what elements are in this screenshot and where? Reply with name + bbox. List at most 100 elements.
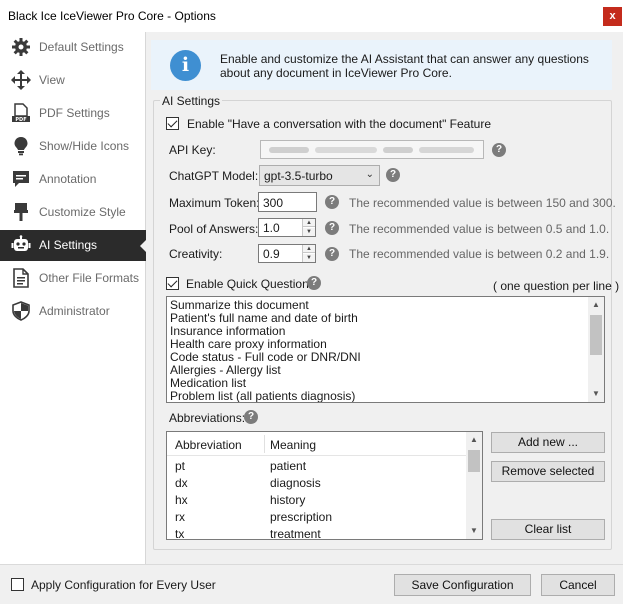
info-text: Enable and customize the AI Assistant th… [220, 52, 600, 80]
sidebar-item-label: AI Settings [39, 238, 98, 252]
meaning-cell: patient [270, 459, 307, 473]
table-header: Abbreviation Meaning [167, 432, 467, 456]
abbreviations-scrollbar[interactable]: ▲ ▼ [466, 432, 482, 539]
apply-all-users-label: Apply Configuration for Every User [31, 578, 216, 592]
window-title: Black Ice IceViewer Pro Core - Options [8, 9, 216, 23]
svg-text:PDF: PDF [15, 117, 26, 123]
creativity-value: 0.9 [263, 247, 280, 261]
abbr-cell: pt [175, 459, 186, 473]
list-item: Problem list (all patients diagnosis) [170, 389, 356, 403]
scrollbar-thumb[interactable] [590, 315, 602, 355]
scrollbar-thumb[interactable] [468, 450, 480, 472]
api-key-label: API Key: [169, 143, 216, 157]
title-bar: Black Ice IceViewer Pro Core - Options x [0, 0, 623, 32]
table-row[interactable]: tx treatment [167, 526, 467, 540]
close-icon: x [609, 10, 616, 22]
scroll-up-icon[interactable]: ▲ [588, 297, 604, 313]
stepper-up-icon[interactable]: ▲ [303, 245, 315, 253]
abbreviations-table[interactable]: Abbreviation Meaning pt patient dx diagn… [166, 431, 483, 540]
pool-of-answers-value: 1.0 [263, 221, 280, 235]
pdf-file-icon: PDF [12, 103, 30, 123]
creativity-stepper[interactable]: 0.9 ▲ ▼ [258, 244, 316, 263]
column-header[interactable]: Abbreviation [175, 438, 242, 452]
sidebar-item-label: View [39, 73, 65, 87]
sidebar-item-customize-style[interactable]: Customize Style [0, 197, 146, 228]
group-title: AI Settings [160, 94, 223, 108]
help-icon[interactable]: ? [325, 247, 339, 261]
scroll-down-icon[interactable]: ▼ [466, 523, 482, 539]
sidebar-item-administrator[interactable]: Administrator [0, 296, 146, 327]
enable-quick-questions-label: Enable Quick Questions [186, 277, 315, 291]
abbr-cell: tx [175, 527, 185, 540]
sidebar-item-label: Annotation [39, 172, 97, 186]
api-key-field[interactable] [260, 140, 484, 159]
meaning-cell: diagnosis [270, 476, 321, 490]
info-icon: i [170, 50, 201, 81]
add-new-button[interactable]: Add new ... [491, 432, 605, 453]
chevron-down-icon: ⌄ [365, 169, 374, 180]
close-button[interactable]: x [603, 7, 622, 26]
pool-of-answers-stepper[interactable]: 1.0 ▲ ▼ [258, 218, 316, 237]
save-configuration-button[interactable]: Save Configuration [394, 574, 531, 596]
sidebar-item-label: Administrator [39, 304, 110, 318]
sidebar-item-ai-settings[interactable]: AI Settings [0, 230, 147, 261]
chatgpt-model-label: ChatGPT Model: [169, 169, 259, 183]
sidebar-item-pdf-settings[interactable]: PDF PDF Settings [0, 98, 146, 129]
sidebar-item-label: PDF Settings [39, 106, 110, 120]
creativity-label: Creativity: [169, 247, 223, 261]
sidebar-item-label: Show/Hide Icons [39, 139, 130, 153]
apply-all-users-checkbox[interactable] [11, 578, 24, 591]
robot-icon [11, 235, 31, 251]
cancel-button[interactable]: Cancel [541, 574, 615, 596]
table-row[interactable]: dx diagnosis [167, 475, 467, 492]
scroll-down-icon[interactable]: ▼ [588, 386, 604, 402]
column-header[interactable]: Meaning [270, 438, 316, 452]
help-icon[interactable]: ? [325, 221, 339, 235]
quick-questions-note: ( one question per line ) [493, 279, 620, 293]
gear-icon [12, 38, 30, 56]
pool-of-answers-label: Pool of Answers: [169, 222, 259, 236]
sidebar-item-label: Default Settings [39, 40, 124, 54]
help-icon[interactable]: ? [492, 143, 506, 157]
stepper-up-icon[interactable]: ▲ [303, 219, 315, 227]
table-row[interactable]: pt patient [167, 458, 467, 475]
creativity-hint: The recommended value is between 0.2 and… [349, 247, 610, 261]
stepper-buttons: ▲ ▼ [302, 219, 315, 236]
help-icon[interactable]: ? [244, 410, 258, 424]
questions-scrollbar[interactable]: ▲ ▼ [588, 297, 604, 402]
abbr-cell: rx [175, 510, 185, 524]
max-token-input[interactable]: 300 [258, 192, 317, 212]
chatgpt-model-dropdown[interactable]: gpt-3.5-turbo ⌄ [259, 165, 380, 186]
table-row[interactable]: hx history [167, 492, 467, 509]
max-token-hint: The recommended value is between 150 and… [349, 196, 616, 210]
help-icon[interactable]: ? [325, 195, 339, 209]
footer-separator [0, 564, 623, 565]
enable-conversation-label: Enable "Have a conversation with the doc… [187, 117, 492, 131]
sidebar-item-default-settings[interactable]: Default Settings [0, 32, 146, 63]
stepper-down-icon[interactable]: ▼ [303, 254, 315, 262]
max-token-label: Maximum Token: [169, 196, 260, 210]
sidebar-item-other-file-formats[interactable]: Other File Formats [0, 263, 146, 294]
quick-questions-textarea[interactable]: Summarize this document Patient's full n… [166, 296, 605, 403]
sidebar: Default Settings View PDF PDF Settings S… [0, 32, 147, 564]
clear-list-button[interactable]: Clear list [491, 519, 605, 540]
info-text-line: about any document in IceViewer Pro Core… [220, 66, 452, 80]
info-banner: i Enable and customize the AI Assistant … [151, 40, 612, 90]
shield-icon [12, 301, 30, 321]
sidebar-item-view[interactable]: View [0, 65, 146, 96]
sidebar-item-show-hide-icons[interactable]: Show/Hide Icons [0, 131, 146, 162]
enable-quick-questions-checkbox[interactable] [166, 277, 179, 290]
stepper-down-icon[interactable]: ▼ [303, 228, 315, 236]
remove-selected-button[interactable]: Remove selected [491, 461, 605, 482]
abbreviations-label: Abbreviations: [169, 411, 246, 425]
column-divider[interactable] [264, 435, 265, 453]
scroll-up-icon[interactable]: ▲ [466, 432, 482, 448]
help-icon[interactable]: ? [386, 168, 400, 182]
document-icon [13, 268, 29, 288]
max-token-value: 300 [263, 196, 284, 210]
table-row[interactable]: rx prescription [167, 509, 467, 526]
lightbulb-icon [14, 137, 28, 156]
enable-conversation-checkbox[interactable] [166, 117, 179, 130]
help-icon[interactable]: ? [307, 276, 321, 290]
sidebar-item-annotation[interactable]: Annotation [0, 164, 146, 195]
